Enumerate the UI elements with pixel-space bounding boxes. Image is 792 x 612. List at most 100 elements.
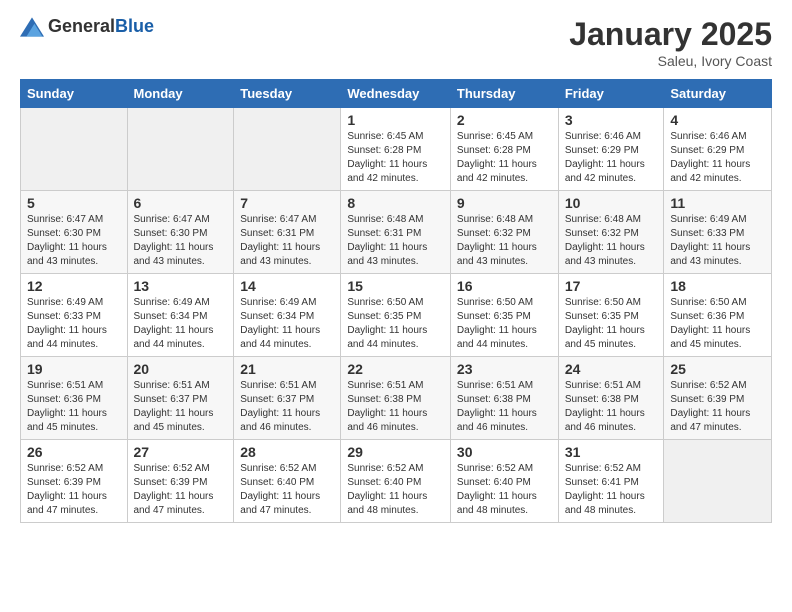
day-info: Sunrise: 6:52 AM Sunset: 6:40 PM Dayligh… bbox=[240, 462, 334, 518]
logo-icon bbox=[20, 17, 44, 37]
day-cell: 4Sunrise: 6:46 AM Sunset: 6:29 PM Daylig… bbox=[664, 108, 772, 191]
page: GeneralBlue January 2025 Saleu, Ivory Co… bbox=[0, 0, 792, 539]
day-number: 25 bbox=[670, 361, 765, 377]
logo-text-general: General bbox=[48, 16, 115, 36]
day-cell: 7Sunrise: 6:47 AM Sunset: 6:31 PM Daylig… bbox=[234, 191, 341, 274]
day-cell: 31Sunrise: 6:52 AM Sunset: 6:41 PM Dayli… bbox=[558, 440, 664, 523]
calendar-table: SundayMondayTuesdayWednesdayThursdayFrid… bbox=[20, 79, 772, 523]
day-cell: 29Sunrise: 6:52 AM Sunset: 6:40 PM Dayli… bbox=[341, 440, 451, 523]
title-month: January 2025 bbox=[569, 16, 772, 53]
day-info: Sunrise: 6:48 AM Sunset: 6:32 PM Dayligh… bbox=[457, 213, 552, 269]
day-number: 23 bbox=[457, 361, 552, 377]
day-cell: 14 Sunrise: 6:49 AM Sunset: 6:34 PM Dayli… bbox=[234, 274, 341, 357]
header-monday: Monday bbox=[127, 80, 234, 108]
day-cell: 6 Sunrise: 6:47 AM Sunset: 6:30 PM Daylig… bbox=[127, 191, 234, 274]
day-cell bbox=[127, 108, 234, 191]
day-info: Sunrise: 6:49 AM Sunset: 6:33 PM Dayligh… bbox=[27, 296, 121, 352]
day-info: Sunrise: 6:50 AM Sunset: 6:36 PM Dayligh… bbox=[670, 296, 765, 352]
header-row: SundayMondayTuesdayWednesdayThursdayFrid… bbox=[21, 80, 772, 108]
day-cell: 16 Sunrise: 6:50 AM Sunset: 6:35 PM Dayli… bbox=[450, 274, 558, 357]
day-number: 26 bbox=[27, 444, 121, 460]
day-info: Sunrise: 6:45 AM Sunset: 6:28 PM Dayligh… bbox=[347, 130, 444, 186]
day-number: 8 bbox=[347, 195, 444, 211]
day-number: 18 bbox=[670, 278, 765, 294]
day-info: Sunrise: 6:52 AM Sunset: 6:39 PM Dayligh… bbox=[27, 462, 121, 518]
day-cell: 18 Sunrise: 6:50 AM Sunset: 6:36 PM Dayli… bbox=[664, 274, 772, 357]
day-cell: 12 Sunrise: 6:49 AM Sunset: 6:33 PM Dayli… bbox=[21, 274, 128, 357]
day-cell: 28Sunrise: 6:52 AM Sunset: 6:40 PM Dayli… bbox=[234, 440, 341, 523]
day-number: 31 bbox=[565, 444, 658, 460]
day-number: 30 bbox=[457, 444, 552, 460]
day-cell: 13Sunrise: 6:49 AM Sunset: 6:34 PM Dayli… bbox=[127, 274, 234, 357]
day-number: 5 bbox=[27, 195, 121, 211]
day-cell: 24 Sunrise: 6:51 AM Sunset: 6:38 PM Dayli… bbox=[558, 357, 664, 440]
title-area: January 2025 Saleu, Ivory Coast bbox=[569, 16, 772, 69]
day-number: 27 bbox=[134, 444, 228, 460]
day-info: Sunrise: 6:52 AM Sunset: 6:39 PM Dayligh… bbox=[134, 462, 228, 518]
day-cell: 2 Sunrise: 6:45 AM Sunset: 6:28 PM Daylig… bbox=[450, 108, 558, 191]
day-number: 6 bbox=[134, 195, 228, 211]
header-thursday: Thursday bbox=[450, 80, 558, 108]
day-info: Sunrise: 6:48 AM Sunset: 6:31 PM Dayligh… bbox=[347, 213, 444, 269]
day-cell: 20Sunrise: 6:51 AM Sunset: 6:37 PM Dayli… bbox=[127, 357, 234, 440]
day-number: 10 bbox=[565, 195, 658, 211]
day-cell: 15 Sunrise: 6:50 AM Sunset: 6:35 PM Dayli… bbox=[341, 274, 451, 357]
day-number: 16 bbox=[457, 278, 552, 294]
day-number: 24 bbox=[565, 361, 658, 377]
week-row-3: 19 Sunrise: 6:51 AM Sunset: 6:36 PM Dayli… bbox=[21, 357, 772, 440]
day-number: 21 bbox=[240, 361, 334, 377]
day-info: Sunrise: 6:51 AM Sunset: 6:37 PM Dayligh… bbox=[134, 379, 228, 435]
day-cell bbox=[234, 108, 341, 191]
day-cell: 23Sunrise: 6:51 AM Sunset: 6:38 PM Dayli… bbox=[450, 357, 558, 440]
day-cell: 30 Sunrise: 6:52 AM Sunset: 6:40 PM Dayli… bbox=[450, 440, 558, 523]
day-info: Sunrise: 6:45 AM Sunset: 6:28 PM Dayligh… bbox=[457, 130, 552, 186]
day-number: 19 bbox=[27, 361, 121, 377]
day-number: 22 bbox=[347, 361, 444, 377]
day-cell: 10 Sunrise: 6:48 AM Sunset: 6:32 PM Dayli… bbox=[558, 191, 664, 274]
day-cell: 11Sunrise: 6:49 AM Sunset: 6:33 PM Dayli… bbox=[664, 191, 772, 274]
day-info: Sunrise: 6:51 AM Sunset: 6:38 PM Dayligh… bbox=[347, 379, 444, 435]
header-wednesday: Wednesday bbox=[341, 80, 451, 108]
day-cell: 5 Sunrise: 6:47 AM Sunset: 6:30 PM Daylig… bbox=[21, 191, 128, 274]
day-info: Sunrise: 6:47 AM Sunset: 6:30 PM Dayligh… bbox=[134, 213, 228, 269]
logo-text-blue: Blue bbox=[115, 16, 154, 36]
day-cell bbox=[664, 440, 772, 523]
day-info: Sunrise: 6:51 AM Sunset: 6:37 PM Dayligh… bbox=[240, 379, 334, 435]
day-cell: 8 Sunrise: 6:48 AM Sunset: 6:31 PM Daylig… bbox=[341, 191, 451, 274]
week-row-4: 26 Sunrise: 6:52 AM Sunset: 6:39 PM Dayli… bbox=[21, 440, 772, 523]
day-number: 9 bbox=[457, 195, 552, 211]
day-number: 17 bbox=[565, 278, 658, 294]
day-cell: 1 Sunrise: 6:45 AM Sunset: 6:28 PM Daylig… bbox=[341, 108, 451, 191]
day-number: 7 bbox=[240, 195, 334, 211]
day-number: 12 bbox=[27, 278, 121, 294]
day-info: Sunrise: 6:46 AM Sunset: 6:29 PM Dayligh… bbox=[565, 130, 658, 186]
title-location: Saleu, Ivory Coast bbox=[569, 53, 772, 69]
day-number: 2 bbox=[457, 112, 552, 128]
day-info: Sunrise: 6:47 AM Sunset: 6:30 PM Dayligh… bbox=[27, 213, 121, 269]
day-number: 4 bbox=[670, 112, 765, 128]
day-info: Sunrise: 6:50 AM Sunset: 6:35 PM Dayligh… bbox=[347, 296, 444, 352]
day-info: Sunrise: 6:51 AM Sunset: 6:38 PM Dayligh… bbox=[565, 379, 658, 435]
day-info: Sunrise: 6:50 AM Sunset: 6:35 PM Dayligh… bbox=[457, 296, 552, 352]
logo: GeneralBlue bbox=[20, 16, 154, 37]
header-friday: Friday bbox=[558, 80, 664, 108]
day-number: 14 bbox=[240, 278, 334, 294]
day-cell: 17 Sunrise: 6:50 AM Sunset: 6:35 PM Dayli… bbox=[558, 274, 664, 357]
day-info: Sunrise: 6:50 AM Sunset: 6:35 PM Dayligh… bbox=[565, 296, 658, 352]
day-info: Sunrise: 6:52 AM Sunset: 6:40 PM Dayligh… bbox=[457, 462, 552, 518]
day-info: Sunrise: 6:52 AM Sunset: 6:39 PM Dayligh… bbox=[670, 379, 765, 435]
header-saturday: Saturday bbox=[664, 80, 772, 108]
day-cell: 26 Sunrise: 6:52 AM Sunset: 6:39 PM Dayli… bbox=[21, 440, 128, 523]
day-cell: 27 Sunrise: 6:52 AM Sunset: 6:39 PM Dayli… bbox=[127, 440, 234, 523]
day-cell: 3Sunrise: 6:46 AM Sunset: 6:29 PM Daylig… bbox=[558, 108, 664, 191]
day-info: Sunrise: 6:48 AM Sunset: 6:32 PM Dayligh… bbox=[565, 213, 658, 269]
day-info: Sunrise: 6:51 AM Sunset: 6:36 PM Dayligh… bbox=[27, 379, 121, 435]
day-number: 15 bbox=[347, 278, 444, 294]
day-number: 29 bbox=[347, 444, 444, 460]
day-cell bbox=[21, 108, 128, 191]
day-info: Sunrise: 6:49 AM Sunset: 6:34 PM Dayligh… bbox=[240, 296, 334, 352]
day-number: 13 bbox=[134, 278, 228, 294]
day-cell: 25 Sunrise: 6:52 AM Sunset: 6:39 PM Dayli… bbox=[664, 357, 772, 440]
day-number: 1 bbox=[347, 112, 444, 128]
day-cell: 9 Sunrise: 6:48 AM Sunset: 6:32 PM Daylig… bbox=[450, 191, 558, 274]
